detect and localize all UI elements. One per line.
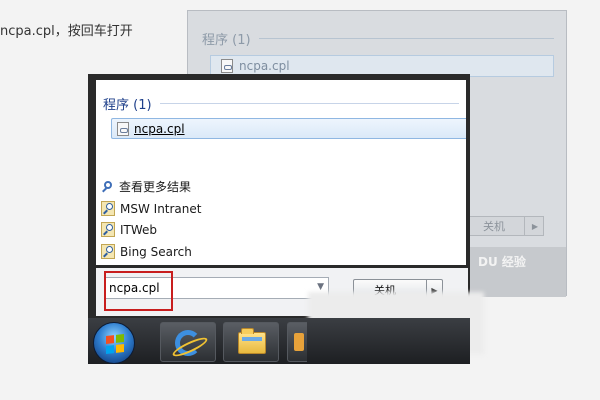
see-more-results-link[interactable]: 查看更多结果: [102, 178, 191, 195]
taskbar: [88, 318, 470, 364]
result-item-ncpa[interactable]: ncpa.cpl: [111, 118, 466, 139]
watermark-text: DU 经验: [478, 255, 526, 269]
start-button[interactable]: [93, 322, 135, 364]
control-panel-file-icon: [117, 121, 129, 136]
control-panel-file-icon: [221, 59, 233, 73]
ie-icon: [175, 330, 201, 356]
search-box[interactable]: ▼: [104, 277, 329, 299]
link-bing-search[interactable]: Bing Search: [101, 244, 192, 259]
search-input[interactable]: [109, 279, 299, 297]
taskbar-media-button[interactable]: [287, 322, 307, 362]
start-menu-results-panel: 程序 (1) ncpa.cpl 查看更多结果 MSW Intranet ITWe…: [96, 80, 466, 265]
windows-logo-icon: [106, 334, 124, 354]
chevron-right-icon: ▶: [531, 222, 538, 231]
link-label: Bing Search: [120, 244, 192, 259]
folder-icon: [238, 328, 266, 354]
background-shutdown-button: 关机 ▶: [468, 216, 544, 236]
background-shutdown-label: 关机: [483, 220, 505, 233]
divider: [258, 38, 554, 39]
background-section-title: 程序 (1): [202, 33, 251, 48]
taskbar-ie-button[interactable]: [160, 322, 216, 362]
chevron-down-icon[interactable]: ▼: [317, 282, 324, 292]
link-msw-intranet[interactable]: MSW Intranet: [101, 201, 201, 216]
see-more-label: 查看更多结果: [119, 180, 192, 194]
result-label: ncpa.cpl: [134, 121, 185, 136]
search-icon: [102, 180, 114, 193]
section-header: 程序 (1): [103, 94, 459, 113]
taskbar-explorer-button[interactable]: [223, 322, 279, 362]
divider: [159, 103, 459, 104]
search-link-icon: [101, 244, 115, 259]
background-section-header: 程序 (1): [202, 29, 554, 48]
watermark: DU 经验: [470, 247, 566, 297]
link-itweb[interactable]: ITWeb: [101, 222, 157, 237]
link-label: MSW Intranet: [120, 201, 202, 216]
link-label: ITWeb: [120, 222, 158, 237]
article-caption: ncpa.cpl，按回车打开: [0, 24, 133, 39]
section-title: 程序 (1): [103, 98, 152, 113]
search-link-icon: [101, 201, 115, 216]
search-link-icon: [101, 222, 115, 237]
background-result-label: ncpa.cpl: [239, 59, 290, 73]
